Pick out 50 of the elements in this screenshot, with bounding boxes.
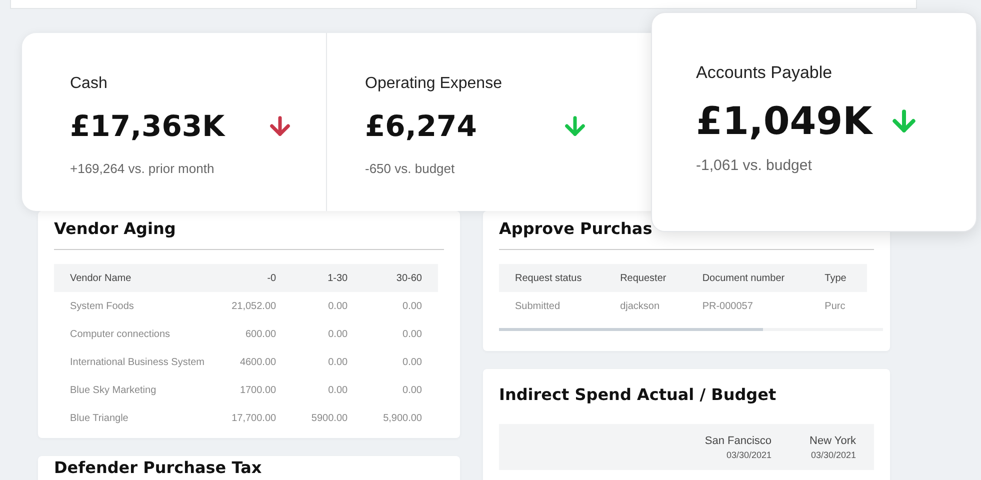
table-cell-text: International Business System — [69, 356, 206, 370]
table-cell-text: 1700.00 — [238, 384, 278, 398]
column-header: 1-30 — [292, 264, 364, 292]
kpi-note: -1,061 vs. budget — [696, 157, 813, 174]
table-cell-text: 5,900.00 — [382, 412, 423, 426]
table-cell: Submitted — [499, 292, 604, 320]
table-cell-text: 600.00 — [244, 328, 278, 342]
table-cell: 0.00 — [364, 292, 438, 320]
panel-title: Vendor Aging — [54, 211, 444, 250]
kpi-note: +169,264 vs. prior month — [70, 161, 216, 176]
table-cell-text: 17,700.00 — [230, 412, 278, 426]
kpi-value: £6,274 — [365, 109, 478, 143]
kpi-note: -650 vs. budget — [365, 161, 456, 176]
date-label: 03/30/2021 — [810, 450, 856, 460]
scroll-track[interactable] — [499, 328, 883, 331]
table-cell-text: 0.00 — [402, 328, 423, 342]
table-cell-text: 0.00 — [402, 356, 423, 370]
kpi-label: Accounts Payable — [696, 63, 834, 83]
table-cell: PR-000057 — [686, 292, 809, 320]
kpi-label: Operating Expense — [365, 75, 503, 93]
table-cell: 0.00 — [292, 292, 364, 320]
table-cell-text: 5900.00 — [310, 412, 349, 426]
panel-title: Defender Purchase Tax — [54, 457, 263, 479]
column-header: 30-60 — [364, 264, 438, 292]
kpi-value: £17,363K — [70, 109, 226, 143]
table-cell: Purc — [808, 292, 867, 320]
column-header: Requester — [604, 264, 686, 292]
column-header: Document number — [686, 264, 809, 292]
table-cell-text: Blue Sky Marketing — [69, 384, 158, 398]
table-cell: 21,052.00 — [212, 292, 292, 320]
date-label: 03/30/2021 — [725, 450, 772, 460]
table-cell-text: Blue Triangle — [69, 412, 130, 426]
table-cell-text: 4600.00 — [238, 356, 278, 370]
kpi-label: Cash — [70, 75, 108, 93]
table-cell: djackson — [604, 292, 686, 320]
table-cell: System Foods — [54, 292, 212, 320]
column-header: -0 — [212, 264, 292, 292]
column-header: Type — [808, 264, 867, 292]
city-label: New York — [810, 434, 856, 446]
column-header: Vendor Name — [54, 264, 212, 292]
table-cell-text: Computer connections — [69, 328, 172, 342]
scroll-thumb[interactable] — [499, 328, 763, 331]
table-cell-text: 0.00 — [402, 384, 423, 398]
kpi-value: £1,049K — [696, 99, 872, 143]
table-cell-text: 0.00 — [327, 384, 349, 398]
panel-title: Indirect Spend Actual / Budget — [499, 384, 778, 406]
column-header: Request status — [499, 264, 604, 292]
city-label: San Fancisco — [704, 434, 772, 446]
table-cell-text: 0.00 — [327, 328, 349, 342]
table-cell-text: 0.00 — [327, 356, 349, 370]
